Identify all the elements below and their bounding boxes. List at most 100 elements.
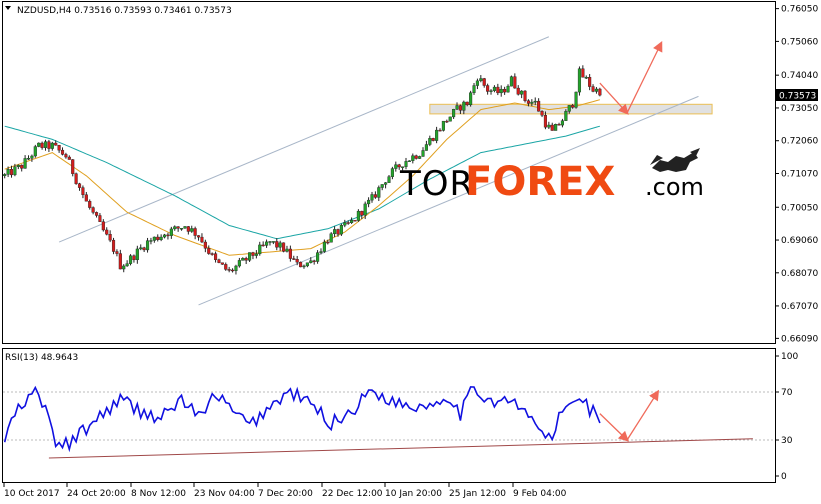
rsi-tick-label: 70 (781, 388, 793, 398)
candle-body (271, 241, 275, 243)
price-tick-label: 0.73050 (781, 104, 818, 114)
candle (74, 172, 78, 185)
candle-body (220, 262, 224, 265)
time-x-axis: 10 Oct 2017 24 Oct 20:00 8 Nov 12:00 23 Nov… (3, 483, 567, 499)
time-tick-label: 24 Oct 20:00 (67, 489, 126, 499)
candle-body (380, 184, 384, 188)
candle-body (523, 90, 527, 101)
candle-body (224, 264, 228, 270)
price-tick-label: 0.69060 (781, 236, 818, 246)
candle-body (118, 253, 122, 270)
candle (299, 261, 303, 268)
candle (128, 254, 133, 266)
rsi-tick-label: 100 (781, 352, 798, 362)
price-tick-label: 0.66090 (781, 334, 818, 344)
candle-body (373, 194, 377, 198)
candle-body (469, 92, 473, 106)
candle-body (377, 187, 381, 198)
candle-body (94, 212, 99, 216)
candle-body (571, 105, 575, 108)
candle-body (550, 124, 554, 131)
candle (37, 142, 41, 148)
candle-body (128, 255, 133, 264)
candle-body (115, 251, 119, 254)
candle (71, 159, 75, 177)
candle-body (465, 101, 469, 106)
candle-body (285, 248, 289, 252)
candle-body (261, 244, 265, 247)
candle-body (292, 258, 296, 260)
candle-body (43, 141, 48, 148)
candle-body (88, 201, 92, 208)
candle-body (40, 142, 44, 148)
candle-body (237, 260, 241, 267)
candle-body (458, 105, 462, 111)
candle-body (482, 78, 486, 86)
candle (339, 223, 343, 236)
candle-body (547, 124, 551, 128)
candle-body (496, 86, 500, 94)
candle-body (176, 226, 180, 229)
candle-body (142, 247, 146, 251)
candle-body (418, 156, 422, 159)
candle-body (190, 228, 194, 232)
candle-body (173, 226, 177, 230)
candle (282, 242, 286, 253)
time-tick-label: 22 Dec 12:00 (322, 489, 383, 499)
candle-body (67, 156, 71, 160)
candle-body (567, 105, 571, 112)
price-tick-label: 0.68070 (781, 269, 818, 279)
candle-body (319, 251, 323, 253)
candle-body (6, 169, 10, 175)
candle-body (407, 160, 411, 162)
candle-body (200, 236, 204, 243)
candle-body (414, 155, 418, 159)
candle-body (16, 164, 20, 168)
candle-body (244, 258, 248, 261)
candle-body (152, 236, 156, 241)
candle-body (60, 149, 65, 155)
candle-body (421, 150, 425, 157)
candle-body (448, 116, 452, 122)
candle-body (598, 88, 602, 96)
candle-body (156, 236, 160, 240)
candle (577, 66, 582, 96)
candle-body (370, 194, 374, 201)
candle-body (452, 109, 456, 118)
candle-body (251, 252, 255, 256)
candle-body (343, 222, 347, 226)
candle (523, 90, 527, 103)
candle-body (540, 111, 544, 116)
candle-body (159, 236, 163, 240)
candle-body (3, 174, 7, 177)
candle-body (316, 252, 320, 262)
candle-body (577, 68, 582, 93)
candle-body (428, 138, 432, 145)
candle-body (207, 248, 211, 254)
candle-body (132, 255, 136, 261)
candle-body (203, 241, 207, 249)
candle-body (530, 101, 534, 104)
candle-body (91, 207, 95, 213)
price-tick-label: 0.71070 (781, 169, 818, 179)
candle-body (309, 260, 313, 263)
candle-body (268, 241, 272, 243)
candle (574, 91, 578, 109)
candle-body (125, 263, 129, 267)
candle-body (445, 120, 449, 123)
candle (33, 144, 37, 158)
rsi-y-axis: 100 70 30 0 (775, 352, 798, 482)
candle-body (282, 242, 286, 252)
rsi-tick-label: 30 (781, 436, 793, 446)
candle-body (594, 88, 599, 92)
candle-body (346, 222, 350, 224)
price-tick-label: 0.67070 (781, 302, 818, 312)
candle-body (37, 142, 41, 147)
time-tick-label: 10 Jan 20:00 (385, 489, 442, 499)
candle-body (295, 259, 299, 263)
candle-body (71, 159, 75, 174)
candle-body (475, 80, 479, 86)
candle-body (353, 220, 357, 222)
candle-body (108, 234, 112, 241)
candle-body (254, 253, 258, 256)
